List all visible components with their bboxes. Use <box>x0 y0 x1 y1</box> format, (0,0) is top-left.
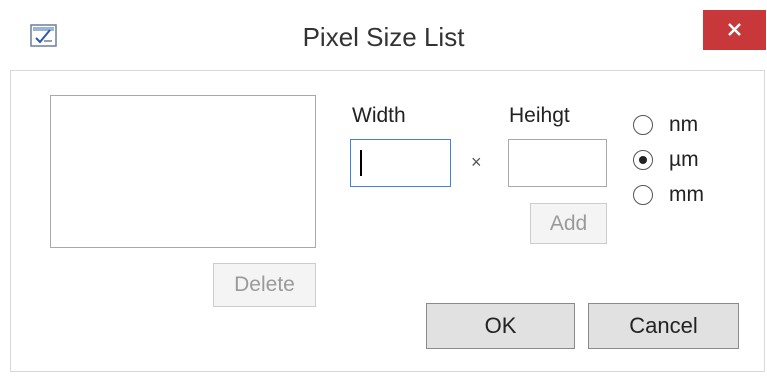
radio-circle-selected <box>633 150 653 170</box>
title-bar: Pixel Size List <box>0 0 767 70</box>
width-input[interactable] <box>350 139 451 187</box>
text-caret <box>360 150 362 176</box>
delete-button[interactable]: Delete <box>213 263 316 307</box>
height-input[interactable] <box>508 139 607 187</box>
ok-button[interactable]: OK <box>426 303 575 349</box>
unit-label-um: µm <box>669 148 699 171</box>
times-separator: × <box>471 152 482 172</box>
width-label: Width <box>352 104 406 127</box>
window-title: Pixel Size List <box>302 22 465 52</box>
radio-dot <box>639 156 647 164</box>
radio-circle <box>633 115 653 135</box>
unit-label-mm: mm <box>669 183 704 206</box>
pixel-size-listbox[interactable] <box>50 95 316 248</box>
add-button[interactable]: Add <box>530 203 607 244</box>
close-icon <box>703 23 766 54</box>
unit-label-nm: nm <box>669 113 699 136</box>
height-label: Heihgt <box>509 104 570 127</box>
pixel-size-list-dialog: Pixel Size List Delete Width Heihgt × Ad… <box>0 0 767 383</box>
cancel-button[interactable]: Cancel <box>588 303 739 349</box>
close-button[interactable] <box>703 10 766 50</box>
radio-circle <box>633 185 653 205</box>
